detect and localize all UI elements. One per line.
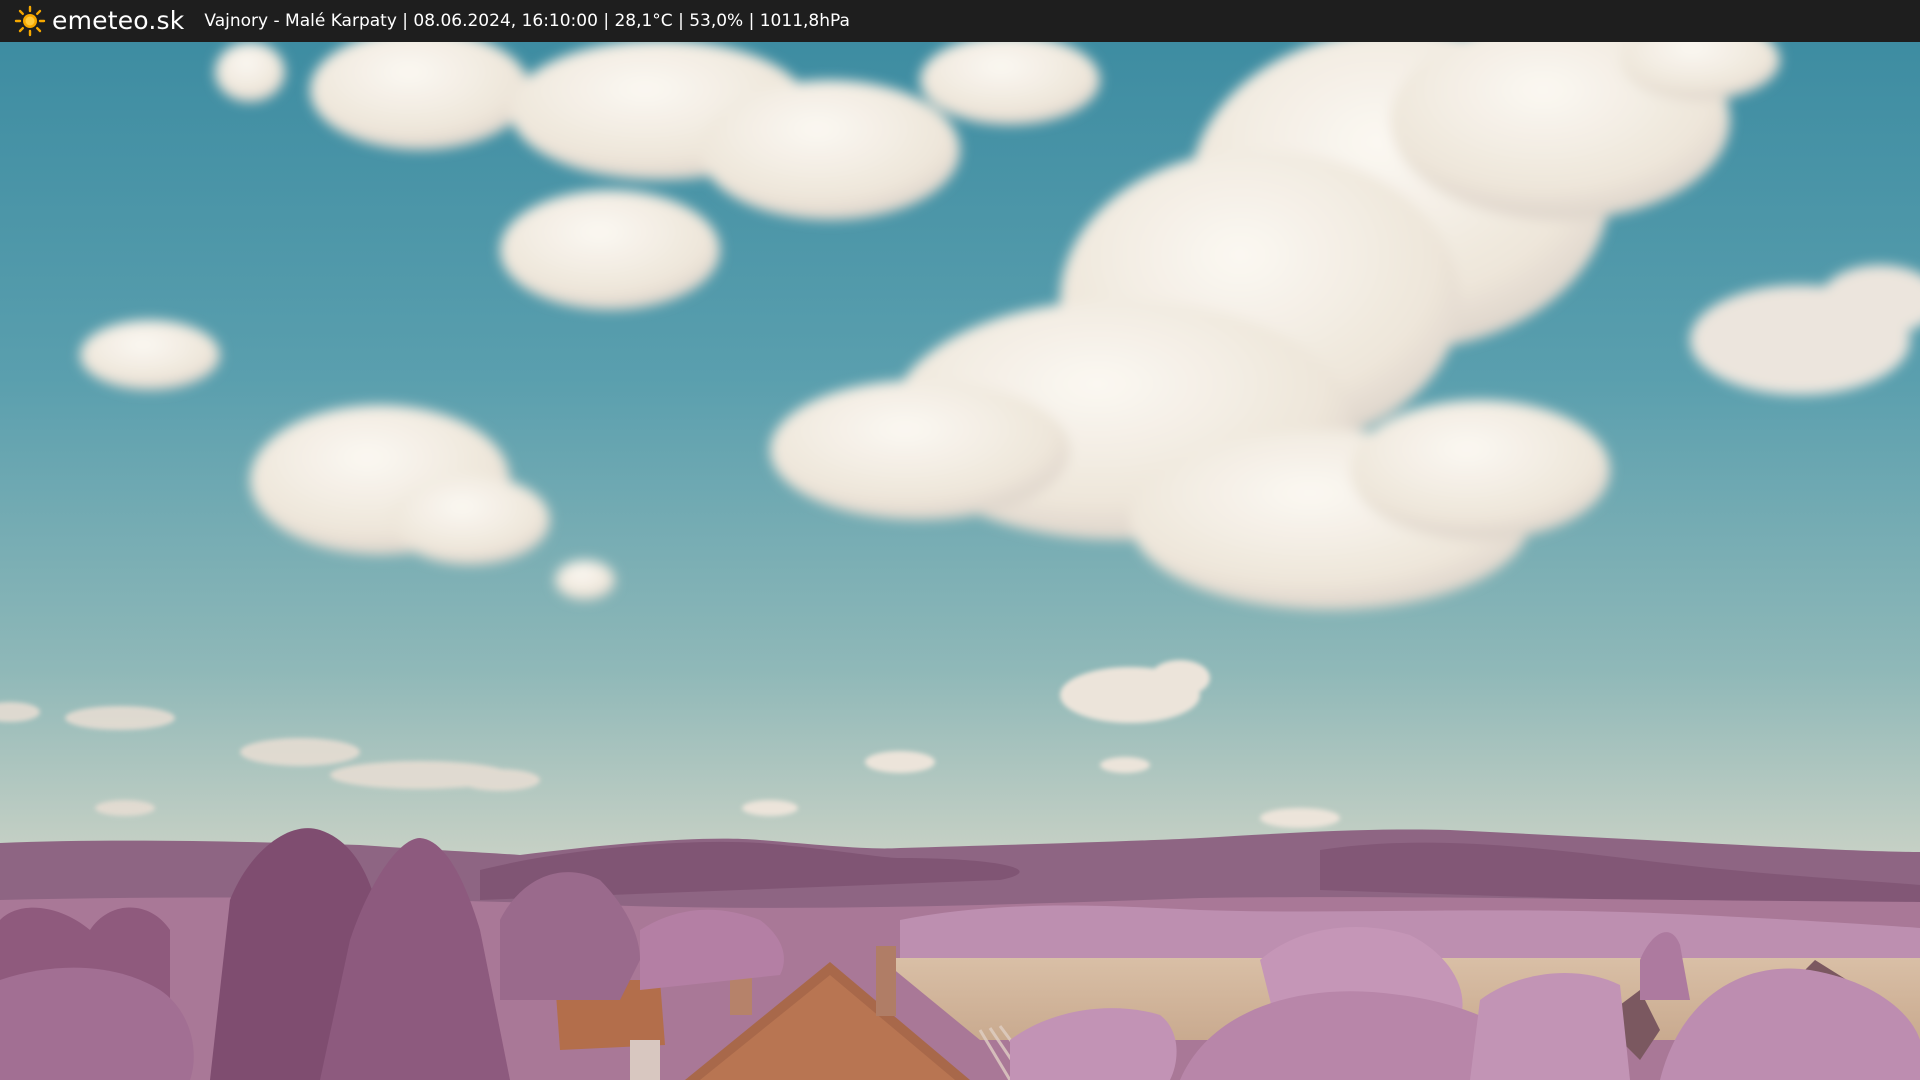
webcam-header-bar: emeteo.sk Vajnory - Malé Karpaty | 08.06… [0,0,1920,42]
station-info-line: Vajnory - Malé Karpaty | 08.06.2024, 16:… [204,11,850,31]
sun-icon [14,5,46,37]
webcam-image [0,0,1920,1080]
brand-link[interactable]: emeteo.sk [52,0,184,42]
webcam-frame: emeteo.sk Vajnory - Malé Karpaty | 08.06… [0,0,1920,1080]
